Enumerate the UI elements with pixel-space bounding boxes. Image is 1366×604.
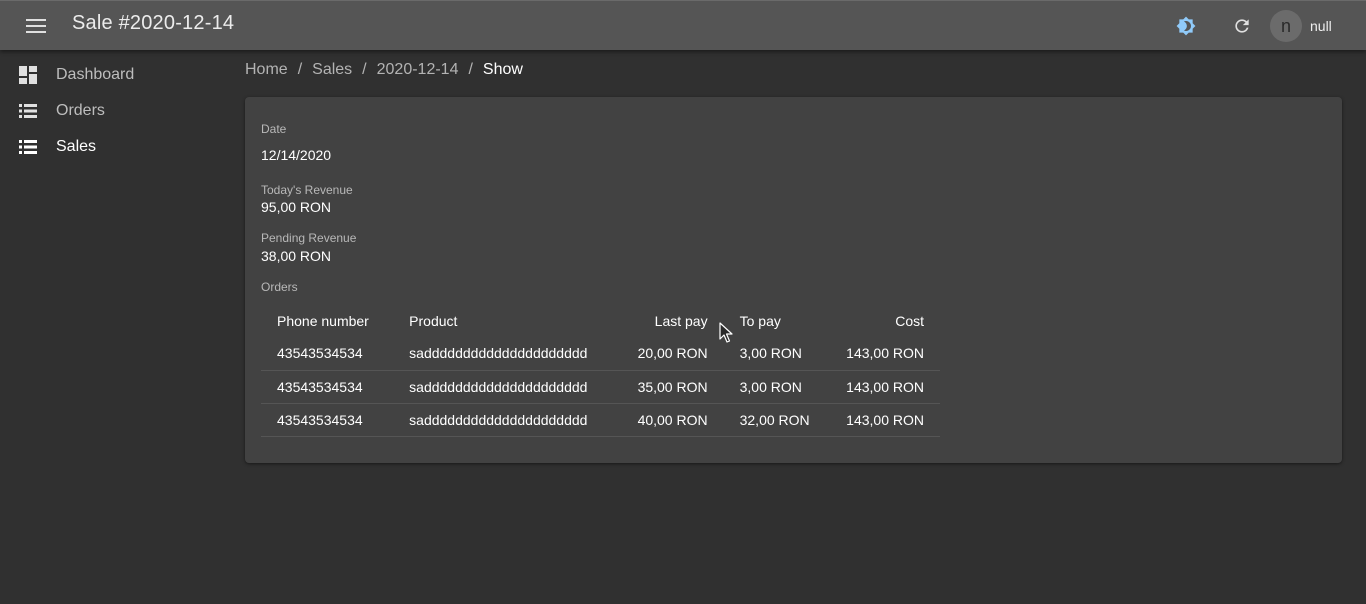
table-header-row: Phone number Product Last pay To pay Cos…	[261, 304, 940, 337]
sidebar-item-dashboard[interactable]: Dashboard	[0, 57, 230, 93]
theme-toggle-icon	[1176, 16, 1196, 36]
cell-cost: 143,00 RON	[830, 403, 940, 437]
column-header-phone-number[interactable]: Phone number	[261, 304, 393, 337]
list-icon	[19, 104, 37, 118]
cell-product: saddddddddddddddddddddd	[393, 370, 604, 404]
column-header-last-pay[interactable]: Last pay	[603, 304, 723, 337]
breadcrumb-home[interactable]: Home	[245, 61, 288, 79]
column-header-product[interactable]: Product	[393, 304, 603, 337]
table-row[interactable]: 43543534534 saddddddddddddddddddddd 35,0…	[261, 370, 940, 404]
breadcrumb: Home / Sales / 2020-12-14 / Show	[245, 60, 523, 80]
sidebar-item-orders[interactable]: Orders	[0, 93, 230, 129]
cell-phone-number: 43543534534	[261, 370, 394, 404]
sidebar-item-sales[interactable]: Sales	[0, 129, 230, 165]
cell-last-pay: 20,00 RON	[603, 337, 724, 371]
orders-label: Orders	[261, 280, 298, 294]
sidebar-item-label: Orders	[56, 102, 105, 119]
table-row[interactable]: 43543534534 saddddddddddddddddddddd 20,0…	[261, 337, 940, 371]
sidebar-item-label: Sales	[56, 138, 97, 155]
menu-button[interactable]	[18, 8, 54, 44]
page-title: Sale #2020-12-14	[72, 12, 235, 34]
breadcrumb-current: Show	[482, 61, 523, 78]
pending-revenue-value: 38,00 RON	[261, 248, 332, 264]
todays-revenue-value: 95,00 RON	[261, 199, 332, 215]
cell-to-pay: 3,00 RON	[723, 370, 831, 404]
date-value: 12/14/2020	[261, 147, 332, 163]
refresh-button[interactable]	[1224, 8, 1260, 44]
list-icon	[19, 140, 37, 154]
breadcrumb-sales[interactable]: Sales	[312, 61, 352, 79]
refresh-icon	[1235, 19, 1249, 33]
user-menu[interactable]: n null	[1270, 10, 1332, 42]
cell-cost: 143,00 RON	[830, 370, 940, 404]
cell-cost: 143,00 RON	[830, 337, 940, 371]
sidebar-item-label: Dashboard	[56, 66, 135, 83]
todays-revenue-label: Today's Revenue	[261, 183, 353, 197]
column-header-to-pay[interactable]: To pay	[724, 304, 831, 337]
cell-last-pay: 35,00 RON	[603, 370, 724, 404]
date-label: Date	[261, 122, 287, 136]
pending-revenue-label: Pending Revenue	[261, 231, 357, 245]
theme-toggle-button[interactable]	[1168, 8, 1204, 44]
mouse-cursor-icon	[719, 322, 733, 343]
app-bar: Sale #2020-12-14 n null	[0, 0, 1366, 50]
dashboard-icon	[19, 66, 37, 84]
breadcrumb-sale-id[interactable]: 2020-12-14	[377, 61, 459, 79]
breadcrumb-separator: /	[297, 61, 303, 78]
user-name: null	[1310, 18, 1332, 34]
cell-product: saddddddddddddddddddddd	[393, 337, 604, 371]
cell-to-pay: 32,00 RON	[723, 403, 831, 437]
cell-to-pay: 3,00 RON	[723, 337, 831, 371]
breadcrumb-separator: /	[362, 61, 367, 78]
cell-phone-number: 43543534534	[261, 337, 394, 371]
orders-table: Phone number Product Last pay To pay Cos…	[261, 304, 940, 437]
sale-show-card: Date 12/14/2020 Today's Revenue 95,00 RO…	[245, 97, 1342, 463]
table-row[interactable]: 43543534534 saddddddddddddddddddddd 40,0…	[261, 403, 940, 437]
breadcrumb-separator: /	[468, 61, 473, 78]
menu-icon	[26, 19, 46, 33]
cell-last-pay: 40,00 RON	[603, 403, 724, 437]
avatar: n	[1270, 10, 1302, 42]
cell-phone-number: 43543534534	[261, 403, 394, 437]
cell-product: saddddddddddddddddddddd	[393, 403, 604, 437]
column-header-cost[interactable]: Cost	[830, 304, 940, 337]
